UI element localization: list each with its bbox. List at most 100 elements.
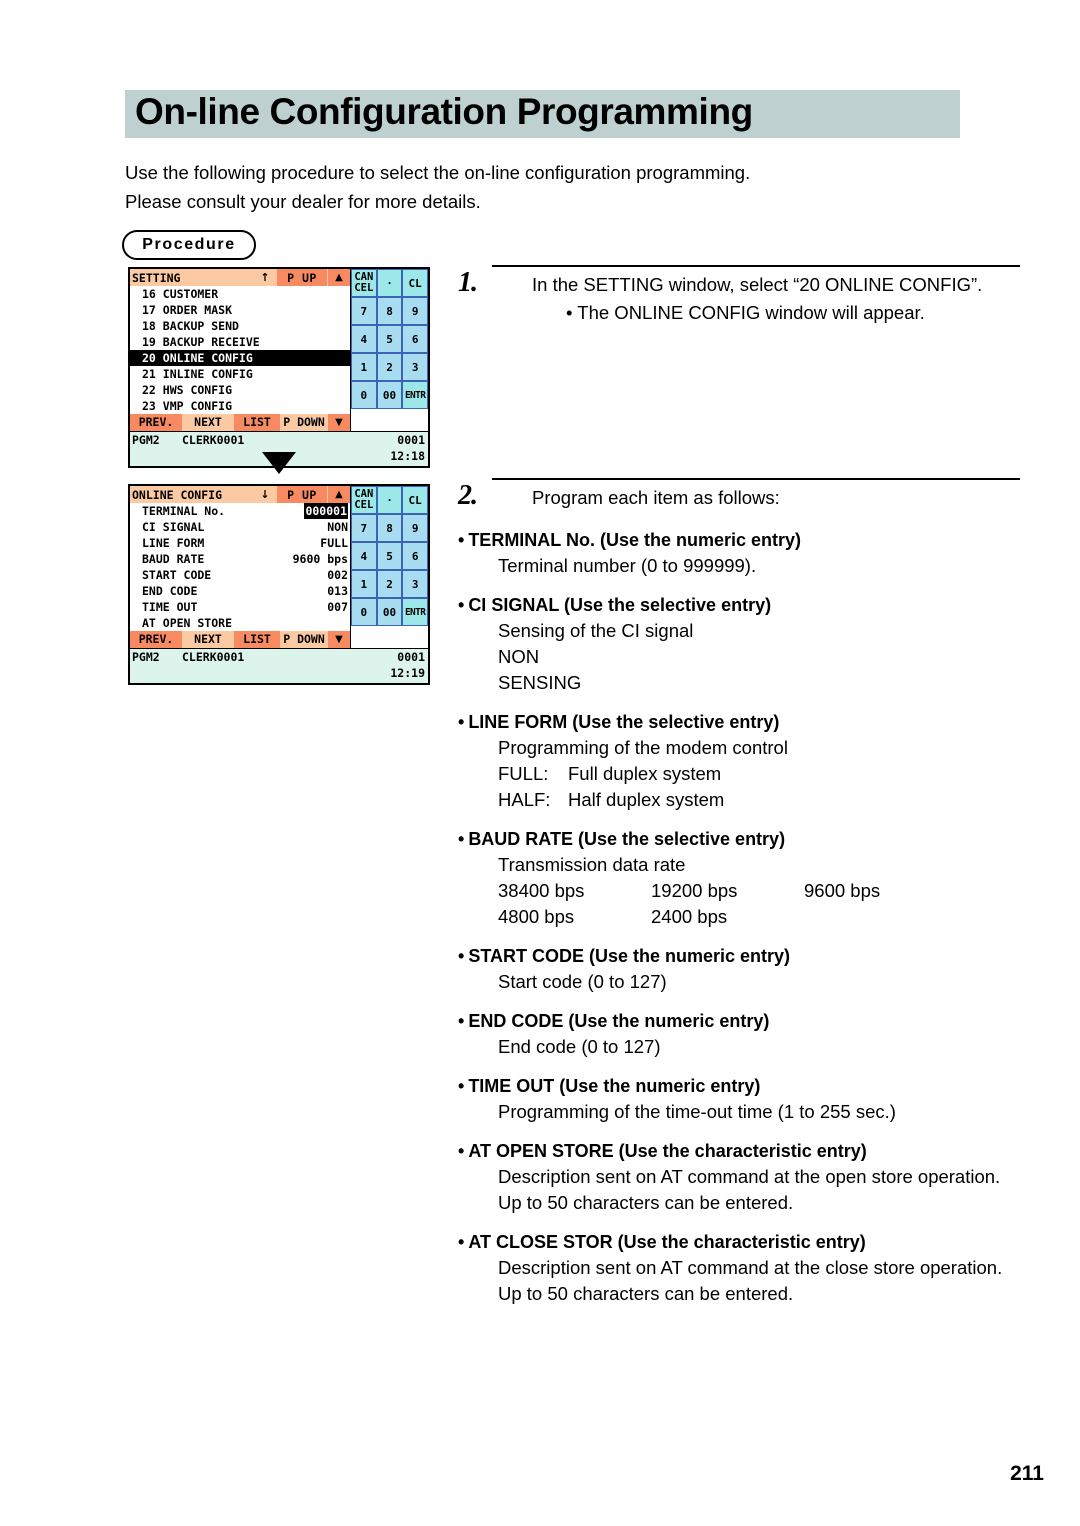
key-9[interactable]: 9 [402,514,429,542]
page-up-button[interactable]: P UP [277,269,327,286]
clear-key[interactable]: CL [402,486,429,514]
prev-button[interactable]: PREV. [130,414,182,431]
parameter-heading: • START CODE (Use the numeric entry) [458,943,1028,969]
prev-button[interactable]: PREV. [130,631,182,648]
page-up-button[interactable]: P UP [277,486,327,503]
parameter-desc: Terminal number (0 to 999999). [498,555,757,576]
row-value[interactable]: 013 [327,583,348,599]
keypad-row: 1 2 3 [351,353,429,381]
enter-key[interactable]: ENTR [402,381,429,409]
procedure-badge-label: Procedure [142,236,236,253]
page-up-arrow-icon[interactable]: ▲ [327,486,350,503]
parameter-desc: Transmission data rate [498,854,686,875]
page-down-arrow-icon[interactable]: ▼ [328,631,350,648]
row-value[interactable]: FULL [320,535,348,551]
next-button[interactable]: NEXT [182,414,234,431]
cancel-key[interactable]: CAN CEL [351,269,377,297]
parameter-desc: Sensing of the CI signal [498,620,694,641]
cancel-key[interactable]: CAN CEL [351,486,377,514]
lcd-online-list-pane: ONLINE CONFIG ↓ P UP ▲ TERMINAL No. 0000… [130,486,350,648]
page-up-arrow-icon[interactable]: ▲ [327,269,350,286]
key-6[interactable]: 6 [402,325,429,353]
status-number: 0001 [397,650,425,664]
list-button[interactable]: LIST [234,414,280,431]
decimal-point-key[interactable]: · [376,269,403,297]
list-item[interactable]: 21 INLINE CONFIG [130,366,350,382]
list-item[interactable]: 22 HWS CONFIG [130,382,350,398]
key-5[interactable]: 5 [376,325,403,353]
row-value[interactable]: 9600 bps [293,551,348,567]
key-7[interactable]: 7 [351,514,377,542]
key-4[interactable]: 4 [351,325,377,353]
list-item[interactable]: 23 VMP CONFIG [130,398,350,414]
row-value[interactable]: 007 [327,599,348,615]
key-2[interactable]: 2 [376,353,403,381]
key-0[interactable]: 0 [351,598,377,626]
parameter-desc: Description sent on AT command at the cl… [498,1257,1003,1278]
key-0[interactable]: 0 [351,381,377,409]
clear-key[interactable]: CL [402,269,429,297]
list-button[interactable]: LIST [234,631,280,648]
table-row[interactable]: AT OPEN STORE [130,615,350,631]
list-item-label: 21 INLINE CONFIG [142,367,253,381]
table-row[interactable]: BAUD RATE 9600 bps [130,551,350,567]
key-00[interactable]: 00 [376,381,403,409]
parameter-heading: • CI SIGNAL (Use the selective entry) [458,592,1028,618]
step-1-note: • The ONLINE CONFIG window will appear. [566,302,925,323]
key-3[interactable]: 3 [402,353,429,381]
list-item[interactable]: 18 BACKUP SEND [130,318,350,334]
key-1[interactable]: 1 [351,353,377,381]
key-6[interactable]: 6 [402,542,429,570]
row-value[interactable]: 002 [327,567,348,583]
table-row[interactable]: TIME OUT 007 [130,599,350,615]
bullet-icon: • [458,946,465,966]
row-value[interactable]: NON [327,519,348,535]
key-00[interactable]: 00 [376,598,403,626]
table-row[interactable]: TERMINAL No. 000001 [130,503,350,519]
row-value[interactable]: 000001 [304,503,348,519]
bullet-icon: • [458,1076,465,1096]
key-8[interactable]: 8 [376,297,403,325]
lcd-online-keypad-pane: CAN CEL · CL 7 8 9 4 5 6 1 2 3 0 00 ENTR [350,486,429,648]
decimal-point-key[interactable]: · [376,486,403,514]
page-down-arrow-icon[interactable]: ▼ [328,414,350,431]
list-item-selected[interactable]: 20 ONLINE CONFIG [130,350,350,366]
next-button[interactable]: NEXT [182,631,234,648]
keypad-row: 4 5 6 [351,542,429,570]
page-down-button[interactable]: P DOWN [280,414,328,431]
status-clerk: CLERK0001 [182,433,245,447]
list-item[interactable]: 19 BACKUP RECEIVE [130,334,350,350]
parameter-ci-signal: • CI SIGNAL (Use the selective entry) Sen… [458,592,1028,696]
key-1[interactable]: 1 [351,570,377,598]
key-2[interactable]: 2 [376,570,403,598]
page-down-button[interactable]: P DOWN [280,631,328,648]
table-row[interactable]: CI SIGNAL NON [130,519,350,535]
table-row[interactable]: START CODE 002 [130,567,350,583]
key-4[interactable]: 4 [351,542,377,570]
parameter-at-open-store: • AT OPEN STORE (Use the characteristic e… [458,1138,1028,1216]
keypad-row: 4 5 6 [351,325,429,353]
scroll-up-arrow-icon: ↑ [260,271,270,284]
key-3[interactable]: 3 [402,570,429,598]
parameter-time-out: • TIME OUT (Use the numeric entry) Progra… [458,1073,1028,1125]
key-7[interactable]: 7 [351,297,377,325]
row-label: END CODE [142,584,198,598]
table-row[interactable]: LINE FORM FULL [130,535,350,551]
parameter-heading-text: AT CLOSE STOR (Use the characteristic en… [468,1232,866,1252]
option-value: 9600 bps [804,880,881,901]
list-item[interactable]: 16 CUSTOMER [130,286,350,302]
key-5[interactable]: 5 [376,542,403,570]
lcd-online-function-bar: PREV. NEXT LIST P DOWN ▼ [130,631,350,648]
parameter-option: SENSING [498,672,582,693]
table-row[interactable]: END CODE 013 [130,583,350,599]
list-item[interactable]: 17 ORDER MASK [130,302,350,318]
enter-key[interactable]: ENTR [402,598,429,626]
key-8[interactable]: 8 [376,514,403,542]
parameter-baud-rate: • BAUD RATE (Use the selective entry) Tra… [458,826,1028,930]
lcd-screen-online-config: ONLINE CONFIG ↓ P UP ▲ TERMINAL No. 0000… [128,484,430,685]
lcd-online-header: ONLINE CONFIG ↓ P UP ▲ [130,486,350,503]
list-item-label: 19 BACKUP RECEIVE [142,335,260,349]
list-item-label: 20 ONLINE CONFIG [142,351,253,365]
row-label: TIME OUT [142,600,198,614]
key-9[interactable]: 9 [402,297,429,325]
